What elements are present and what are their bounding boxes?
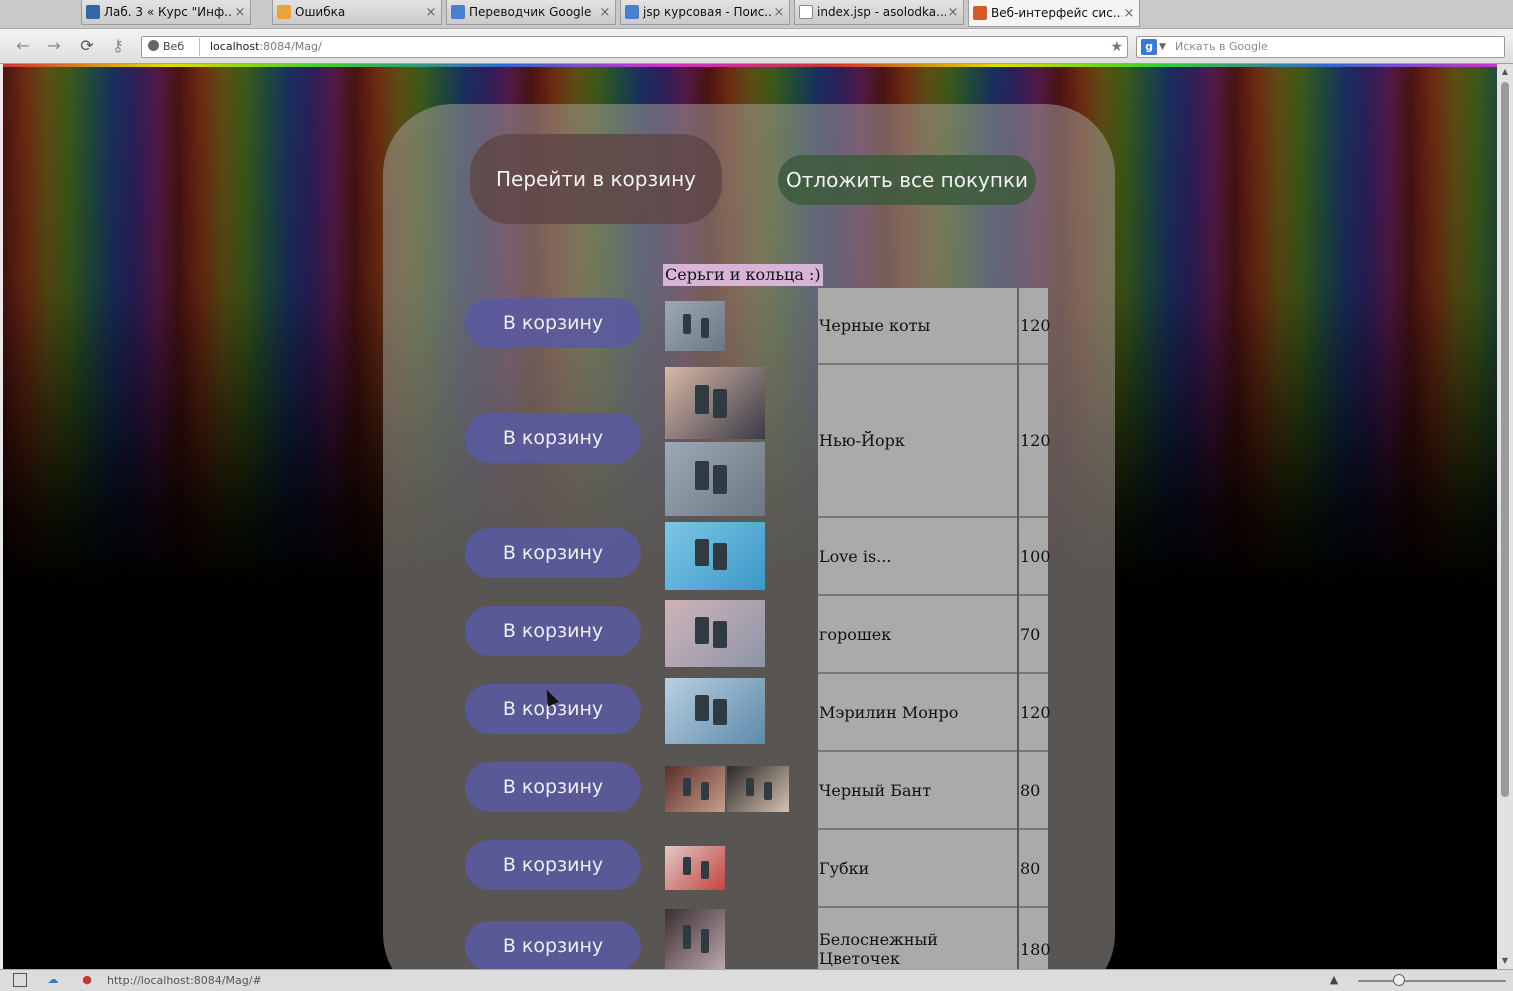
tab-web-interface[interactable]: Веб-интерфейс сис... × [968,0,1140,27]
url-path: :8084/Mag/ [259,40,322,53]
wordpress-icon [86,5,100,19]
google-icon[interactable]: g [1141,39,1157,55]
add-to-cart-button[interactable]: В корзину [465,840,641,890]
tab-jsp-search[interactable]: jsp курсовая - Поис... × [620,0,790,25]
product-image[interactable] [665,442,765,516]
product-price: 80 [1019,830,1048,908]
tab-label: Ошибка [295,5,346,19]
product-name: Мэрилин Монро [818,674,1017,752]
close-icon[interactable]: × [233,5,247,20]
status-bar: ☁ ● http://localhost:8084/Mag/# ▲ [0,969,1513,991]
product-price: 100 [1019,518,1051,596]
chevron-up-icon[interactable]: ▲ [1327,973,1341,987]
table-row: В корзину Черные коты 120 [463,288,1051,365]
page-viewport: Перейти в корзину Отложить все покупки С… [3,64,1497,969]
product-image[interactable] [665,766,725,812]
tab-label: Лаб. 3 « Курс "Инф... [104,5,233,19]
search-field[interactable]: g ▼ Искать в Google [1136,36,1505,58]
table-row: В корзину Белоснежный Цветочек 180 [463,908,1051,969]
product-name: Губки [818,830,1017,908]
product-name: Love is... [818,518,1017,596]
close-icon[interactable]: × [1122,6,1136,21]
product-image[interactable] [665,301,725,351]
tab-label: jsp курсовая - Поис... [643,5,772,19]
phpmyadmin-icon [277,5,291,19]
google-translate-icon [451,5,465,19]
table-title: Серьги и кольца :) [663,264,823,286]
tab-label: index.jsp - asolodka... [817,5,946,19]
product-image[interactable] [665,367,765,439]
tab-label: Веб-интерфейс сис... [991,6,1122,20]
toolbar: ← → ⟳ ⚷ Веб localhost:8084/Mag/ ★ g ▼ Ис… [0,29,1513,64]
notification-icon[interactable]: ● [80,973,94,987]
table-row: В корзину Черный Бант 80 [463,752,1048,830]
product-image[interactable] [665,909,725,969]
close-icon[interactable]: × [598,5,612,20]
product-name: Нью-Йорк [818,365,1017,518]
table-row: В корзину Мэрилин Монро 120 [463,674,1051,752]
product-image[interactable] [665,846,725,890]
add-to-cart-button[interactable]: В корзину [465,921,641,969]
table-row: В корзину Нью-Йорк 120 [463,365,1051,518]
panel-toggle-icon[interactable] [13,973,27,987]
zoom-slider-track[interactable] [1358,980,1506,982]
product-price: 120 [1019,365,1051,518]
tab-label: Переводчик Google [469,5,592,19]
defer-all-button[interactable]: Отложить все покупки [778,155,1036,205]
tab-bar: Лаб. 3 « Курс "Инф... × Ошибка × Перевод… [0,0,1513,29]
tab-lab3[interactable]: Лаб. 3 « Курс "Инф... × [81,0,251,25]
web-chip[interactable]: Веб [144,38,200,56]
zoom-slider-knob[interactable] [1393,974,1405,986]
reload-icon[interactable]: ⟳ [77,36,97,56]
google-icon [625,5,639,19]
product-name: Белоснежный Цветочек [818,908,1017,969]
add-to-cart-button[interactable]: В корзину [465,298,641,348]
add-to-cart-button[interactable]: В корзину [465,762,641,812]
product-image[interactable] [665,600,765,667]
close-icon[interactable]: × [424,5,438,20]
page-icon [799,5,813,19]
product-price: 120 [1019,674,1051,752]
vertical-scrollbar[interactable]: ▲ ▼ [1497,64,1513,969]
product-price: 120 [1019,288,1051,365]
product-name: Черные коты [818,288,1017,365]
chevron-down-icon[interactable]: ▼ [1159,37,1166,57]
product-price: 70 [1019,596,1048,674]
product-price: 180 [1019,908,1051,969]
globe-icon [148,40,159,51]
site-icon [973,6,987,20]
add-to-cart-button[interactable]: В корзину [465,606,641,656]
search-placeholder: Искать в Google [1175,40,1268,53]
tab-google-translate[interactable]: Переводчик Google × [446,0,616,25]
close-icon[interactable]: × [772,5,786,20]
go-to-cart-button[interactable]: Перейти в корзину [470,134,722,224]
cloud-icon[interactable]: ☁ [46,973,60,987]
scroll-down-icon[interactable]: ▼ [1497,955,1513,967]
product-name: Черный Бант [818,752,1017,830]
close-icon[interactable]: × [946,5,960,20]
product-name: горошек [818,596,1017,674]
back-icon[interactable]: ← [13,36,33,56]
forward-icon[interactable]: → [44,36,64,56]
url-text[interactable]: localhost:8084/Mag/ [210,37,322,57]
add-to-cart-button[interactable]: В корзину [465,528,641,578]
url-host: localhost [210,40,260,53]
link-preview: http://localhost:8084/Mag/# [107,974,262,987]
table-row: В корзину горошек 70 [463,596,1048,674]
add-to-cart-button[interactable]: В корзину [465,413,641,463]
bookmark-star-icon[interactable]: ★ [1110,37,1123,57]
tab-index-jsp[interactable]: index.jsp - asolodka... × [794,0,964,25]
scroll-up-icon[interactable]: ▲ [1497,66,1513,78]
web-chip-label: Веб [163,40,185,53]
key-icon[interactable]: ⚷ [108,36,128,56]
product-price: 80 [1019,752,1048,830]
scrollbar-thumb[interactable] [1501,82,1509,797]
product-image[interactable] [727,766,789,812]
product-image[interactable] [665,522,765,590]
tab-error[interactable]: Ошибка × [272,0,442,25]
address-field[interactable]: Веб localhost:8084/Mag/ ★ [141,36,1128,58]
table-row: В корзину Love is... 100 [463,518,1051,596]
table-row: В корзину Губки 80 [463,830,1048,908]
product-image[interactable] [665,678,765,744]
